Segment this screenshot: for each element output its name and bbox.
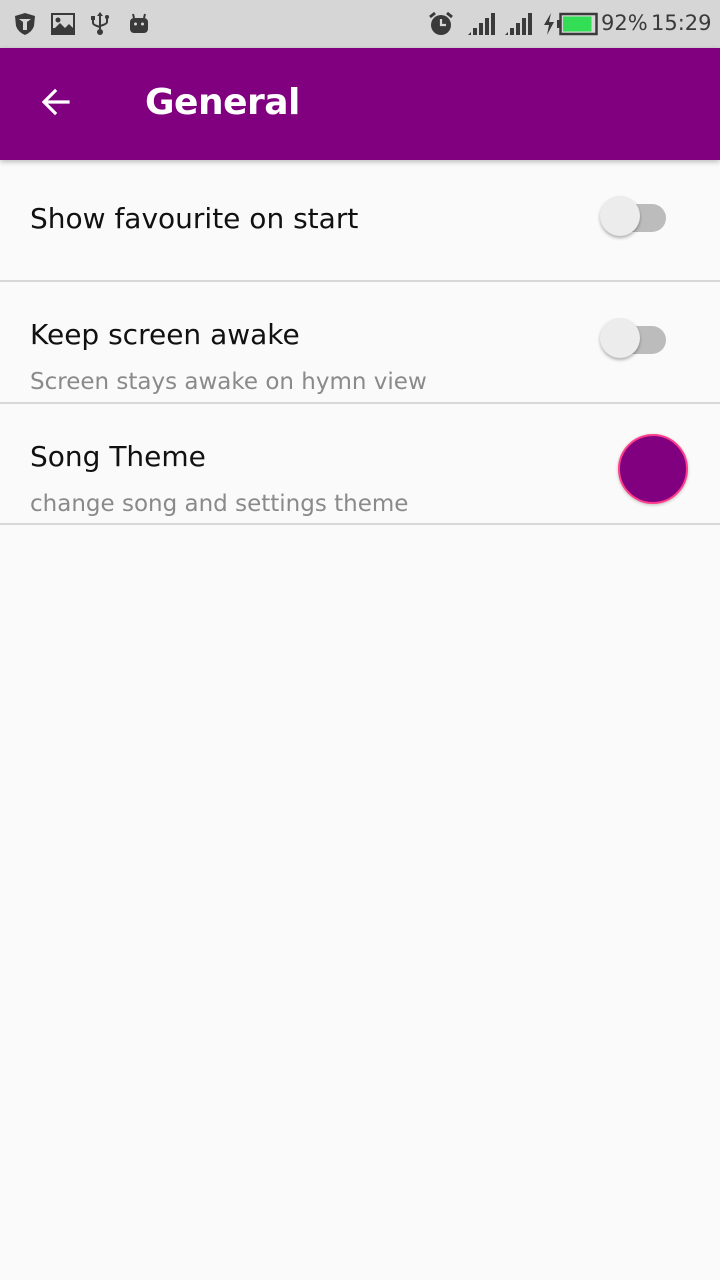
arrow-back-icon xyxy=(38,84,74,125)
pref-show-favourite-on-start[interactable]: Show favourite on start xyxy=(0,160,720,281)
signal-icon xyxy=(504,12,532,36)
keep-screen-awake-switch[interactable] xyxy=(600,318,668,362)
back-button[interactable] xyxy=(28,76,84,132)
battery-percent: 92% xyxy=(601,11,648,35)
alarm-icon xyxy=(428,11,454,36)
switch-thumb xyxy=(600,318,640,358)
show-favourite-switch[interactable] xyxy=(600,196,668,240)
page-title: General xyxy=(145,82,300,123)
pref-title: Song Theme xyxy=(30,440,206,473)
pref-song-theme[interactable]: Song Theme change song and settings them… xyxy=(0,404,720,523)
status-bar: 92% 15:29 xyxy=(0,0,720,48)
switch-thumb xyxy=(600,196,640,236)
divider xyxy=(0,523,720,525)
usb-icon xyxy=(89,12,111,36)
image-icon xyxy=(50,12,76,36)
shield-icon xyxy=(13,12,37,36)
android-debug-icon xyxy=(128,12,150,36)
pref-title: Show favourite on start xyxy=(30,202,359,235)
app-bar: General xyxy=(0,48,720,160)
theme-color-swatch[interactable] xyxy=(618,434,688,504)
pref-title: Keep screen awake xyxy=(30,318,300,351)
clock: 15:29 xyxy=(651,11,712,35)
pref-summary: Screen stays awake on hymn view xyxy=(30,369,427,395)
charging-icon xyxy=(542,12,556,36)
signal-icon xyxy=(467,12,495,36)
battery-icon xyxy=(557,12,599,36)
battery-fill xyxy=(563,16,592,32)
pref-summary: change song and settings theme xyxy=(30,491,409,517)
pref-keep-screen-awake[interactable]: Keep screen awake Screen stays awake on … xyxy=(0,282,720,402)
